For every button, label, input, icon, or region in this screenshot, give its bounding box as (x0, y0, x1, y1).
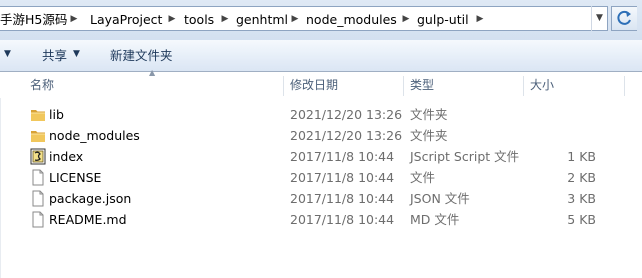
breadcrumb-item[interactable]: LayaProject (90, 11, 162, 28)
file-type: MD 文件 (410, 212, 460, 227)
breadcrumb-separator-icon[interactable]: ▶ (291, 11, 299, 28)
breadcrumb-item[interactable]: tools (184, 11, 214, 28)
column-header-row: 名称 修改日期 类型 大小 (0, 72, 642, 98)
column-divider[interactable] (283, 76, 284, 96)
pane-divider (0, 98, 1, 278)
file-type: 文件夹 (410, 128, 448, 143)
file-name: package.json (49, 191, 132, 206)
blank-file-icon (32, 211, 44, 228)
folder-icon (31, 110, 45, 121)
file-row[interactable]: LICENSE 2017/11/8 10:44 文件 2 KB (28, 167, 608, 188)
file-date: 2021/12/20 13:26 (290, 128, 403, 143)
share-button[interactable]: 共享 (42, 48, 67, 64)
column-header-size[interactable]: 大小 (530, 72, 554, 98)
column-header-type[interactable]: 类型 (410, 72, 434, 98)
folder-icon (31, 131, 45, 142)
file-name: node_modules (49, 128, 140, 143)
file-date: 2021/12/20 13:26 (290, 107, 403, 122)
breadcrumb-item[interactable]: 手游H5源码 (0, 11, 67, 28)
refresh-icon (617, 10, 631, 25)
blank-file-icon (32, 169, 44, 186)
command-toolbar: ▼ 共享 ▼ 新建文件夹 (0, 40, 642, 72)
sort-ascending-icon: ▲ (149, 68, 156, 77)
breadcrumb-item[interactable]: gulp-util (417, 11, 469, 28)
breadcrumb-separator-icon[interactable]: ▶ (476, 11, 484, 28)
address-bar-area: 手游H5源码 ▶ LayaProject ▶ tools ▶ genhtml ▶… (0, 0, 642, 40)
file-size: 2 KB (567, 170, 596, 185)
breadcrumb-separator-icon[interactable]: ▶ (168, 11, 176, 28)
address-bar[interactable]: 手游H5源码 ▶ LayaProject ▶ tools ▶ genhtml ▶… (0, 6, 608, 31)
file-date: 2017/11/8 10:44 (290, 212, 395, 227)
share-dropdown-icon[interactable]: ▼ (73, 49, 80, 59)
jscript-file-icon (30, 148, 46, 165)
file-row[interactable]: node_modules 2021/12/20 13:26 文件夹 (28, 125, 608, 146)
file-name: LICENSE (49, 170, 102, 185)
column-header-date[interactable]: 修改日期 (290, 72, 338, 98)
file-date: 2017/11/8 10:44 (290, 170, 395, 185)
file-row[interactable]: lib 2021/12/20 13:26 文件夹 (28, 104, 608, 125)
column-divider[interactable] (403, 76, 404, 96)
column-divider[interactable] (523, 76, 524, 96)
refresh-button[interactable] (611, 6, 637, 31)
file-name: lib (49, 107, 64, 122)
file-type: JScript Script 文件 (410, 149, 520, 164)
file-row[interactable]: README.md 2017/11/8 10:44 MD 文件 5 KB (28, 209, 608, 230)
column-header-name[interactable]: 名称 (30, 72, 54, 98)
new-folder-button[interactable]: 新建文件夹 (110, 48, 173, 64)
file-size: 3 KB (567, 191, 596, 206)
file-date: 2017/11/8 10:44 (290, 191, 395, 206)
file-size: 5 KB (567, 212, 596, 227)
file-size: 1 KB (567, 149, 596, 164)
file-row[interactable]: index 2017/11/8 10:44 JScript Script 文件 … (28, 146, 608, 167)
breadcrumb-item[interactable]: node_modules (306, 11, 397, 28)
file-name: index (49, 149, 84, 164)
breadcrumb-item[interactable]: genhtml (236, 11, 288, 28)
file-type: JSON 文件 (410, 191, 470, 206)
blank-file-icon (32, 190, 44, 207)
file-type: 文件 (410, 170, 436, 185)
file-type: 文件夹 (410, 107, 448, 122)
file-date: 2017/11/8 10:44 (290, 149, 395, 164)
organize-dropdown-icon[interactable]: ▼ (4, 49, 11, 59)
breadcrumb-separator-icon[interactable]: ▶ (402, 11, 410, 28)
address-dropdown-icon[interactable]: ▼ (591, 6, 607, 31)
file-row[interactable]: package.json 2017/11/8 10:44 JSON 文件 3 K… (28, 188, 608, 209)
file-name: README.md (49, 212, 127, 227)
breadcrumb-separator-icon[interactable]: ▶ (70, 11, 78, 28)
breadcrumb-separator-icon[interactable]: ▶ (221, 11, 229, 28)
column-divider[interactable] (624, 76, 625, 96)
